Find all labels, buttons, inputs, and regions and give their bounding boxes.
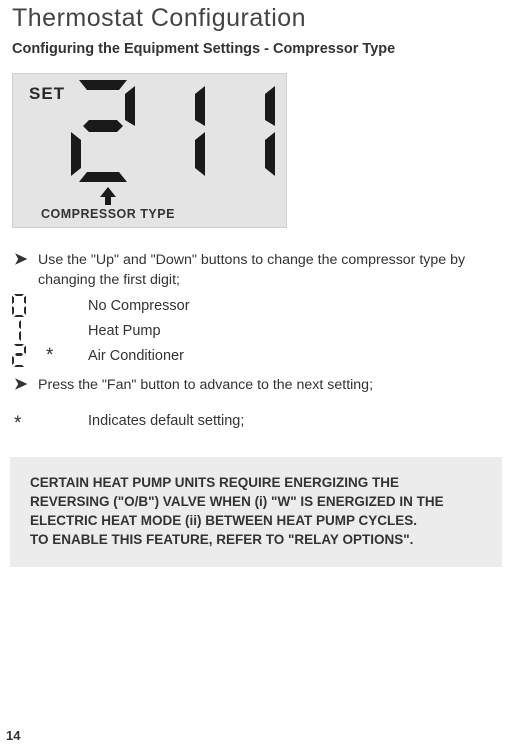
page-title: Thermostat Configuration bbox=[12, 4, 498, 33]
option-2-label: Air Conditioner bbox=[88, 348, 498, 364]
default-note-star: * bbox=[12, 413, 88, 435]
lcd-digit-1b-icon bbox=[211, 80, 275, 182]
option-row-1: Heat Pump bbox=[12, 319, 498, 342]
option-0-label: No Compressor bbox=[38, 298, 498, 314]
note-line-2: REVERSING ("O/B") VALVE WHEN (i) "W" IS … bbox=[30, 492, 482, 511]
instruction-press-row: ➤ Press the "Fan" button to advance to t… bbox=[12, 375, 498, 395]
page-number: 14 bbox=[6, 728, 20, 743]
option-digit-0-icon bbox=[12, 294, 38, 317]
option-2-star: * bbox=[38, 345, 88, 367]
lcd-digits bbox=[71, 80, 275, 182]
lcd-digit-2-icon bbox=[71, 80, 135, 182]
lcd-caption: COMPRESSOR TYPE bbox=[41, 207, 175, 221]
note-line-4: TO ENABLE THIS FEATURE, REFER TO "RELAY … bbox=[30, 530, 482, 549]
instruction-use-text: Use the "Up" and "Down" buttons to chang… bbox=[38, 250, 498, 290]
instruction-press-text: Press the "Fan" button to advance to the… bbox=[38, 375, 498, 395]
chevron-icon: ➤ bbox=[12, 375, 38, 395]
option-row-2: * Air Conditioner bbox=[12, 344, 498, 367]
default-note-text: Indicates default setting; bbox=[88, 413, 498, 429]
option-digit-2-icon bbox=[12, 344, 38, 367]
option-row-0: No Compressor bbox=[12, 294, 498, 317]
up-arrow-icon bbox=[100, 187, 116, 205]
default-note-row: * Indicates default setting; bbox=[12, 413, 498, 435]
page-subtitle: Configuring the Equipment Settings - Com… bbox=[12, 41, 498, 57]
lcd-digit-1a-icon bbox=[141, 80, 205, 182]
option-digit-1-icon bbox=[12, 319, 38, 342]
lcd-panel: SET bbox=[12, 73, 287, 228]
note-line-1: CERTAIN HEAT PUMP UNITS REQUIRE ENERGIZI… bbox=[30, 473, 482, 492]
chevron-icon: ➤ bbox=[12, 250, 38, 270]
note-box: CERTAIN HEAT PUMP UNITS REQUIRE ENERGIZI… bbox=[10, 457, 502, 567]
instruction-use-row: ➤ Use the "Up" and "Down" buttons to cha… bbox=[12, 250, 498, 290]
option-1-label: Heat Pump bbox=[38, 323, 498, 339]
note-line-3: ELECTRIC HEAT MODE (ii) BETWEEN HEAT PUM… bbox=[30, 511, 482, 530]
